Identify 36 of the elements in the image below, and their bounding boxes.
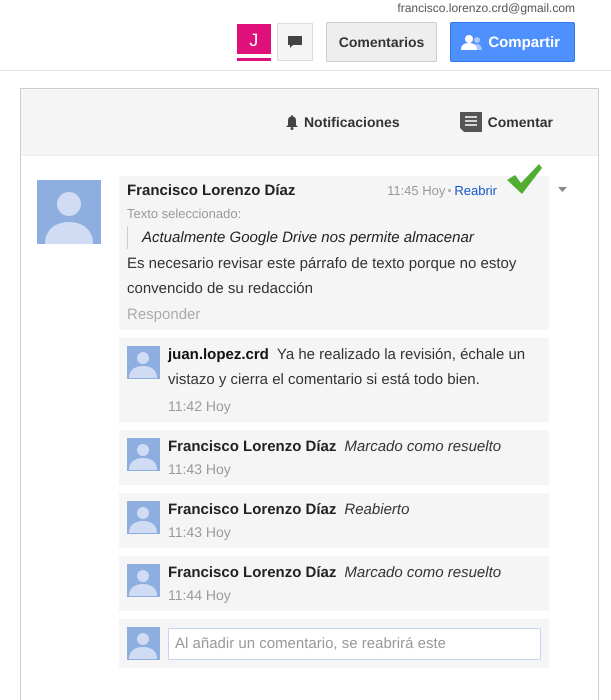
quoted-text: Actualmente Google Drive nos permite almacenar [127,226,541,249]
reply-text: juan.lopez.crd Ya he realizado la revisión, échale un vistazo y cierra el comentario si está todo bien. [168,345,526,390]
reply-author: Francisco Lorenzo Díaz [168,501,336,518]
status-text: Marcado como resuelto [344,438,502,455]
comment-author: Francisco Lorenzo Díaz [127,182,296,198]
reply-time: 11:43 Hoy [168,461,232,477]
selected-text-label: Texto seleccionado: [127,206,242,221]
reply-author: Francisco Lorenzo Díaz [168,438,336,455]
avatar-placeholder [127,346,160,379]
user-avatar[interactable]: J [236,24,271,60]
people-icon [461,34,484,50]
comments-button[interactable]: Comentarios [326,22,438,62]
reply-author: Francisco Lorenzo Díaz [168,564,336,581]
status-text: Reabierto [344,501,410,518]
avatar-placeholder [127,438,160,471]
avatar-placeholder [127,501,160,534]
avatar-placeholder [37,180,101,244]
reply-time: 11:43 Hoy [168,524,232,540]
reply-time: 11:44 Hoy [168,587,232,603]
account-email: francisco.lorenzo.crd@gmail.com [397,1,575,15]
reply-input-field[interactable]: Al añadir un comentario, se reabrirá este [168,628,541,660]
status-text: Marcado como resuelto [344,564,502,581]
comment-text: Es necesario revisar este párrafo de texto porque no estoy convencido de su redacción [127,254,518,299]
share-button[interactable]: Compartir [450,22,575,62]
comment-time: 11:45 Hoy [387,182,446,198]
dropdown-caret-icon[interactable] [558,187,567,192]
comment-button[interactable]: Comentar [460,112,553,132]
chat-button[interactable] [276,23,313,61]
notifications-button[interactable]: Notificaciones [286,114,400,130]
reopen-link[interactable]: Reabrir [454,182,497,198]
avatar-placeholder [127,627,160,660]
reply-time: 11:42 Hoy [168,398,232,414]
bell-icon [286,114,298,130]
comment-icon [460,112,482,132]
avatar-placeholder [127,564,160,597]
speech-bubble-icon [286,34,303,50]
